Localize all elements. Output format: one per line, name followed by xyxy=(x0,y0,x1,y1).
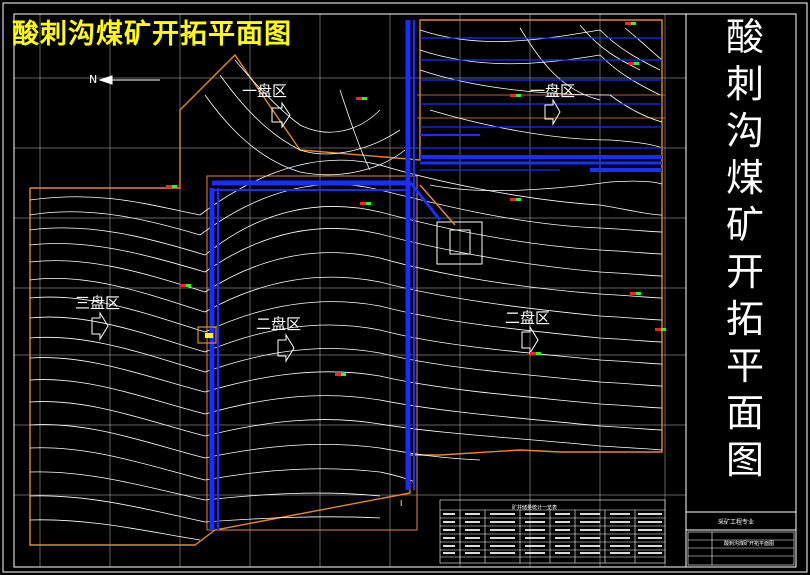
side-title-char: 酸 xyxy=(725,15,764,59)
zone-label-1-west: 一盘区 xyxy=(242,82,288,100)
section-marker: I xyxy=(400,499,403,508)
title-block-drawing-name: 酸刺沟煤矿开拓平面图 xyxy=(724,541,775,547)
side-title-char: 沟 xyxy=(725,109,764,153)
drawing-title: 酸刺沟煤矿开拓平面图 xyxy=(12,19,292,50)
north-arrow-icon xyxy=(98,75,160,85)
side-title-char: 开 xyxy=(725,250,764,294)
side-title-char: 面 xyxy=(725,391,764,435)
coordinate-grid xyxy=(14,14,686,567)
title-block xyxy=(687,531,795,566)
mine-plan-drawing xyxy=(2,2,808,573)
reserves-table-cells xyxy=(443,513,662,554)
side-title-char: 图 xyxy=(725,438,764,482)
side-title-char: 刺 xyxy=(725,62,764,106)
zone-label-2-east: 二盘区 xyxy=(505,309,551,327)
north-label: N xyxy=(89,73,98,86)
side-title: 酸 刺 沟 煤 矿 开 拓 平 面 图 xyxy=(712,14,778,484)
side-title-char: 煤 xyxy=(725,156,764,200)
drawing-frame xyxy=(13,13,687,568)
side-title-char: 平 xyxy=(725,344,764,388)
zone-label-3: 三盘区 xyxy=(75,294,121,312)
contour-lines xyxy=(29,24,663,541)
reserves-table-header: 矿井储量统计一览表 xyxy=(512,505,558,511)
zone-label-2-center: 二盘区 xyxy=(256,315,302,333)
title-block-school: 采矿工程专业 xyxy=(718,519,755,526)
panel-arrows xyxy=(91,98,561,363)
side-title-char: 矿 xyxy=(725,203,764,247)
zone-label-1-east: 一盘区 xyxy=(530,82,576,100)
side-title-char: 拓 xyxy=(725,297,764,341)
